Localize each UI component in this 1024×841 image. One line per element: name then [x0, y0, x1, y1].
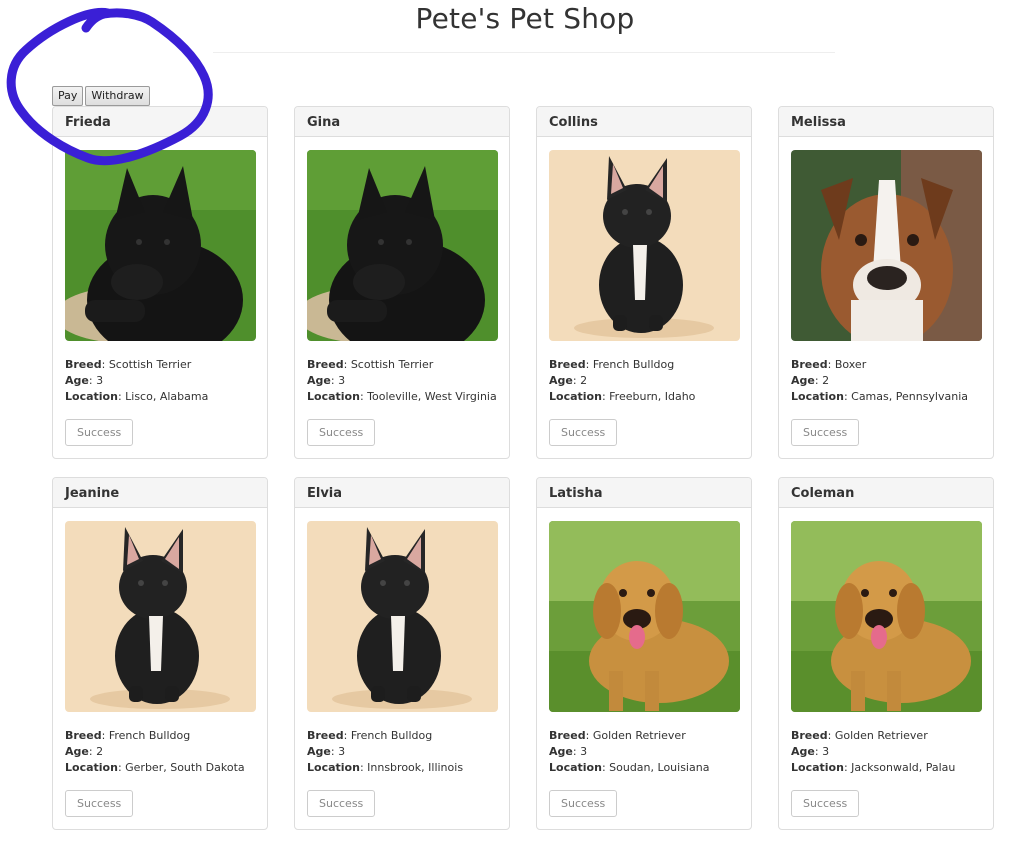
pet-name: Collins: [537, 107, 751, 137]
title-divider: [213, 52, 835, 53]
adopt-button[interactable]: Success: [549, 790, 618, 817]
pet-breed: Breed: Boxer: [791, 358, 867, 371]
page-title: Pete's Pet Shop: [415, 2, 635, 35]
pet-card: Frieda Breed: Scottish Terrier Age: 3 Lo…: [52, 106, 268, 459]
pet-breed: Breed: French Bulldog: [307, 729, 433, 742]
pet-breed: Breed: Scottish Terrier: [65, 358, 192, 371]
pet-location: Location: Soudan, Louisiana: [549, 761, 710, 774]
golden-retriever-icon: [791, 521, 982, 712]
adopt-button[interactable]: Success: [65, 790, 134, 817]
pet-breed: Breed: Scottish Terrier: [307, 358, 434, 371]
scottish-terrier-icon: [307, 150, 498, 341]
pet-age: Age: 2: [549, 374, 588, 387]
withdraw-button[interactable]: Withdraw: [85, 86, 150, 106]
pet-card: Jeanine Breed: French Bulldog Age: 2 Loc…: [52, 477, 268, 830]
pet-age: Age: 3: [791, 745, 830, 758]
pet-location: Location: Gerber, South Dakota: [65, 761, 245, 774]
pet-location: Location: Lisco, Alabama: [65, 390, 209, 403]
french-bulldog-icon: [65, 521, 256, 712]
pet-breed: Breed: French Bulldog: [549, 358, 675, 371]
pet-location: Location: Innsbrook, Illinois: [307, 761, 464, 774]
pet-name: Jeanine: [53, 478, 267, 508]
adopt-button[interactable]: Success: [307, 790, 376, 817]
scottish-terrier-icon: [65, 150, 256, 341]
pet-breed: Breed: Golden Retriever: [791, 729, 928, 742]
pet-card: Melissa Breed: Boxer Age: 2 Location: Ca…: [778, 106, 994, 459]
pet-name: Frieda: [53, 107, 267, 137]
pet-card: Elvia Breed: French Bulldog Age: 3 Locat…: [294, 477, 510, 830]
pay-button[interactable]: Pay: [52, 86, 84, 106]
pet-age: Age: 3: [307, 745, 346, 758]
pet-location: Location: Camas, Pennsylvania: [791, 390, 969, 403]
pet-age: Age: 2: [65, 745, 104, 758]
pet-location: Location: Freeburn, Idaho: [549, 390, 696, 403]
pet-location: Location: Jacksonwald, Palau: [791, 761, 956, 774]
golden-retriever-icon: [549, 521, 740, 712]
pet-name: Elvia: [295, 478, 509, 508]
pet-breed: Breed: Golden Retriever: [549, 729, 686, 742]
pet-age: Age: 2: [791, 374, 830, 387]
pet-name: Latisha: [537, 478, 751, 508]
adopt-button[interactable]: Success: [65, 419, 134, 446]
french-bulldog-icon: [307, 521, 498, 712]
pet-age: Age: 3: [307, 374, 346, 387]
pet-location: Location: Tooleville, West Virginia: [307, 390, 497, 403]
pet-name: Coleman: [779, 478, 993, 508]
pet-card: Coleman Breed: Golden Retriever Age: 3 L…: [778, 477, 994, 830]
pet-age: Age: 3: [65, 374, 104, 387]
french-bulldog-icon: [549, 150, 740, 341]
pet-age: Age: 3: [549, 745, 588, 758]
boxer-icon: [791, 150, 982, 341]
adopt-button[interactable]: Success: [791, 790, 860, 817]
pet-card: Latisha Breed: Golden Retriever Age: 3 L…: [536, 477, 752, 830]
adopt-button[interactable]: Success: [549, 419, 618, 446]
pet-breed: Breed: French Bulldog: [65, 729, 191, 742]
pet-name: Melissa: [779, 107, 993, 137]
adopt-button[interactable]: Success: [307, 419, 376, 446]
pet-card: Gina Breed: Scottish Terrier Age: 3 Loca…: [294, 106, 510, 459]
pet-name: Gina: [295, 107, 509, 137]
adopt-button[interactable]: Success: [791, 419, 860, 446]
pet-card: Collins Breed: French Bulldog Age: 2 Loc…: [536, 106, 752, 459]
account-actions: Pay Withdraw: [52, 86, 150, 106]
